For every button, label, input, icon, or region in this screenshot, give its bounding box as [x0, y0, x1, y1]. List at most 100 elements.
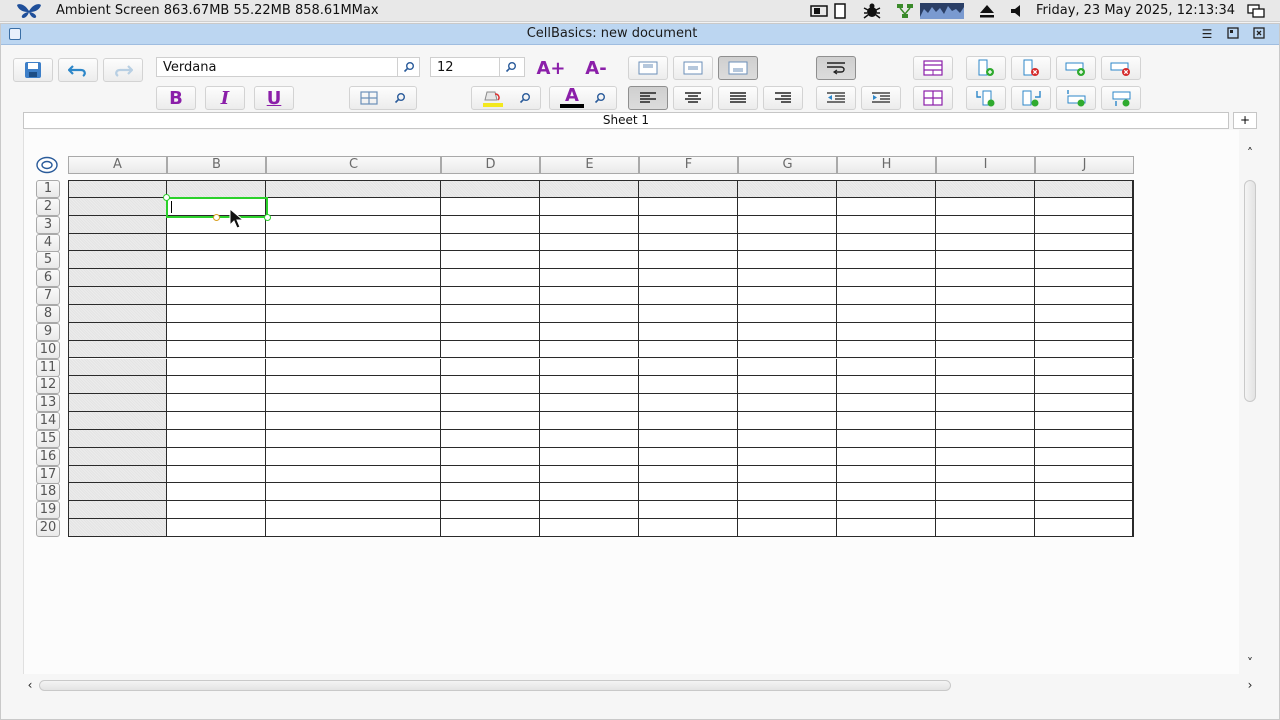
cell-j20[interactable] — [1035, 519, 1134, 537]
cell-h8[interactable] — [837, 304, 936, 323]
cell-j1[interactable] — [1035, 180, 1134, 198]
cell-h10[interactable] — [837, 340, 936, 359]
row-header-6[interactable]: 6 — [36, 269, 60, 288]
cell-g17[interactable] — [738, 465, 837, 484]
cell-e3[interactable] — [540, 215, 639, 234]
insert-row-above-button[interactable] — [1056, 86, 1096, 110]
cell-j3[interactable] — [1035, 215, 1134, 234]
cell-g10[interactable] — [738, 340, 837, 359]
cell-e17[interactable] — [540, 465, 639, 484]
column-header-d[interactable]: D — [441, 156, 540, 174]
save-button[interactable] — [13, 58, 53, 82]
row-header-9[interactable]: 9 — [36, 322, 60, 341]
cell-a12[interactable] — [68, 376, 167, 395]
cell-i7[interactable] — [936, 287, 1035, 305]
cell-h3[interactable] — [837, 215, 936, 234]
cell-d18[interactable] — [441, 483, 540, 502]
cell-d6[interactable] — [441, 269, 540, 288]
cell-d7[interactable] — [441, 287, 540, 305]
cell-d14[interactable] — [441, 412, 540, 430]
cell-e4[interactable] — [540, 233, 639, 252]
cell-a20[interactable] — [68, 519, 167, 537]
row-header-4[interactable]: 4 — [36, 233, 60, 252]
undo-button[interactable] — [58, 58, 98, 82]
cell-c11[interactable] — [266, 358, 441, 377]
cell-j16[interactable] — [1035, 447, 1134, 466]
cell-a9[interactable] — [68, 322, 167, 341]
cell-b20[interactable] — [167, 519, 266, 537]
butterfly-logo-icon[interactable] — [16, 3, 42, 19]
window-titlebar[interactable]: CellBasics: new document ☰ — [1, 24, 1279, 45]
menu-icon[interactable]: ☰ — [1199, 26, 1215, 42]
align-justify-button[interactable] — [718, 86, 758, 110]
cell-d8[interactable] — [441, 304, 540, 323]
align-left-button[interactable] — [628, 86, 668, 110]
cell-i17[interactable] — [936, 465, 1035, 484]
cell-i5[interactable] — [936, 251, 1035, 270]
insert-row-below-button[interactable] — [1101, 86, 1141, 110]
cell-b17[interactable] — [167, 465, 266, 484]
row-header-12[interactable]: 12 — [36, 376, 60, 395]
cell-j12[interactable] — [1035, 376, 1134, 395]
cell-c15[interactable] — [266, 429, 441, 448]
scroll-up-icon[interactable]: ˄ — [1243, 146, 1257, 160]
cell-c16[interactable] — [266, 447, 441, 466]
cell-e5[interactable] — [540, 251, 639, 270]
cell-f10[interactable] — [639, 340, 738, 359]
cell-g8[interactable] — [738, 304, 837, 323]
cell-b13[interactable] — [167, 394, 266, 413]
cell-b6[interactable] — [167, 269, 266, 288]
cell-a11[interactable] — [68, 358, 167, 377]
row-header-2[interactable]: 2 — [36, 197, 60, 216]
clock[interactable]: Friday, 23 May 2025, 12:13:34 — [1036, 3, 1235, 18]
cell-c5[interactable] — [266, 251, 441, 270]
cell-j19[interactable] — [1035, 501, 1134, 520]
cell-a10[interactable] — [68, 340, 167, 359]
cell-h17[interactable] — [837, 465, 936, 484]
cell-a8[interactable] — [68, 304, 167, 323]
volume-icon[interactable] — [1008, 3, 1026, 19]
scroll-left-icon[interactable]: ‹ — [23, 678, 37, 692]
eject-icon[interactable] — [978, 3, 996, 19]
redo-button[interactable] — [103, 58, 143, 82]
cell-c8[interactable] — [266, 304, 441, 323]
cell-j13[interactable] — [1035, 394, 1134, 413]
decrease-indent-button[interactable] — [816, 86, 856, 110]
column-header-b[interactable]: B — [167, 156, 266, 174]
cell-d13[interactable] — [441, 394, 540, 413]
cell-b18[interactable] — [167, 483, 266, 502]
cell-i3[interactable] — [936, 215, 1035, 234]
cell-i18[interactable] — [936, 483, 1035, 502]
selection-handle-top-left[interactable] — [163, 193, 170, 201]
cell-f15[interactable] — [639, 429, 738, 448]
text-color-button[interactable]: A — [549, 86, 617, 110]
cell-g14[interactable] — [738, 412, 837, 430]
fill-color-button[interactable] — [471, 86, 541, 110]
cell-f5[interactable] — [639, 251, 738, 270]
cell-g18[interactable] — [738, 483, 837, 502]
cell-f6[interactable] — [639, 269, 738, 288]
cell-a6[interactable] — [68, 269, 167, 288]
cell-b9[interactable] — [167, 322, 266, 341]
cell-f17[interactable] — [639, 465, 738, 484]
cell-c2[interactable] — [266, 197, 441, 216]
align-center-button[interactable] — [673, 86, 713, 110]
cell-e9[interactable] — [540, 322, 639, 341]
cell-e18[interactable] — [540, 483, 639, 502]
column-header-f[interactable]: F — [639, 156, 738, 174]
cell-h16[interactable] — [837, 447, 936, 466]
cell-f14[interactable] — [639, 412, 738, 430]
cell-b11[interactable] — [167, 358, 266, 377]
cell-c19[interactable] — [266, 501, 441, 520]
cell-f2[interactable] — [639, 197, 738, 216]
row-header-1[interactable]: 1 — [36, 180, 60, 198]
cell-a7[interactable] — [68, 287, 167, 305]
row-header-16[interactable]: 16 — [36, 447, 60, 466]
cell-e16[interactable] — [540, 447, 639, 466]
align-middle-button[interactable] — [673, 56, 713, 80]
bug-icon[interactable] — [862, 3, 882, 19]
split-cells-button[interactable] — [913, 86, 953, 110]
add-sheet-button[interactable]: + — [1233, 112, 1257, 129]
cell-h12[interactable] — [837, 376, 936, 395]
delete-column-button[interactable] — [1011, 56, 1051, 80]
